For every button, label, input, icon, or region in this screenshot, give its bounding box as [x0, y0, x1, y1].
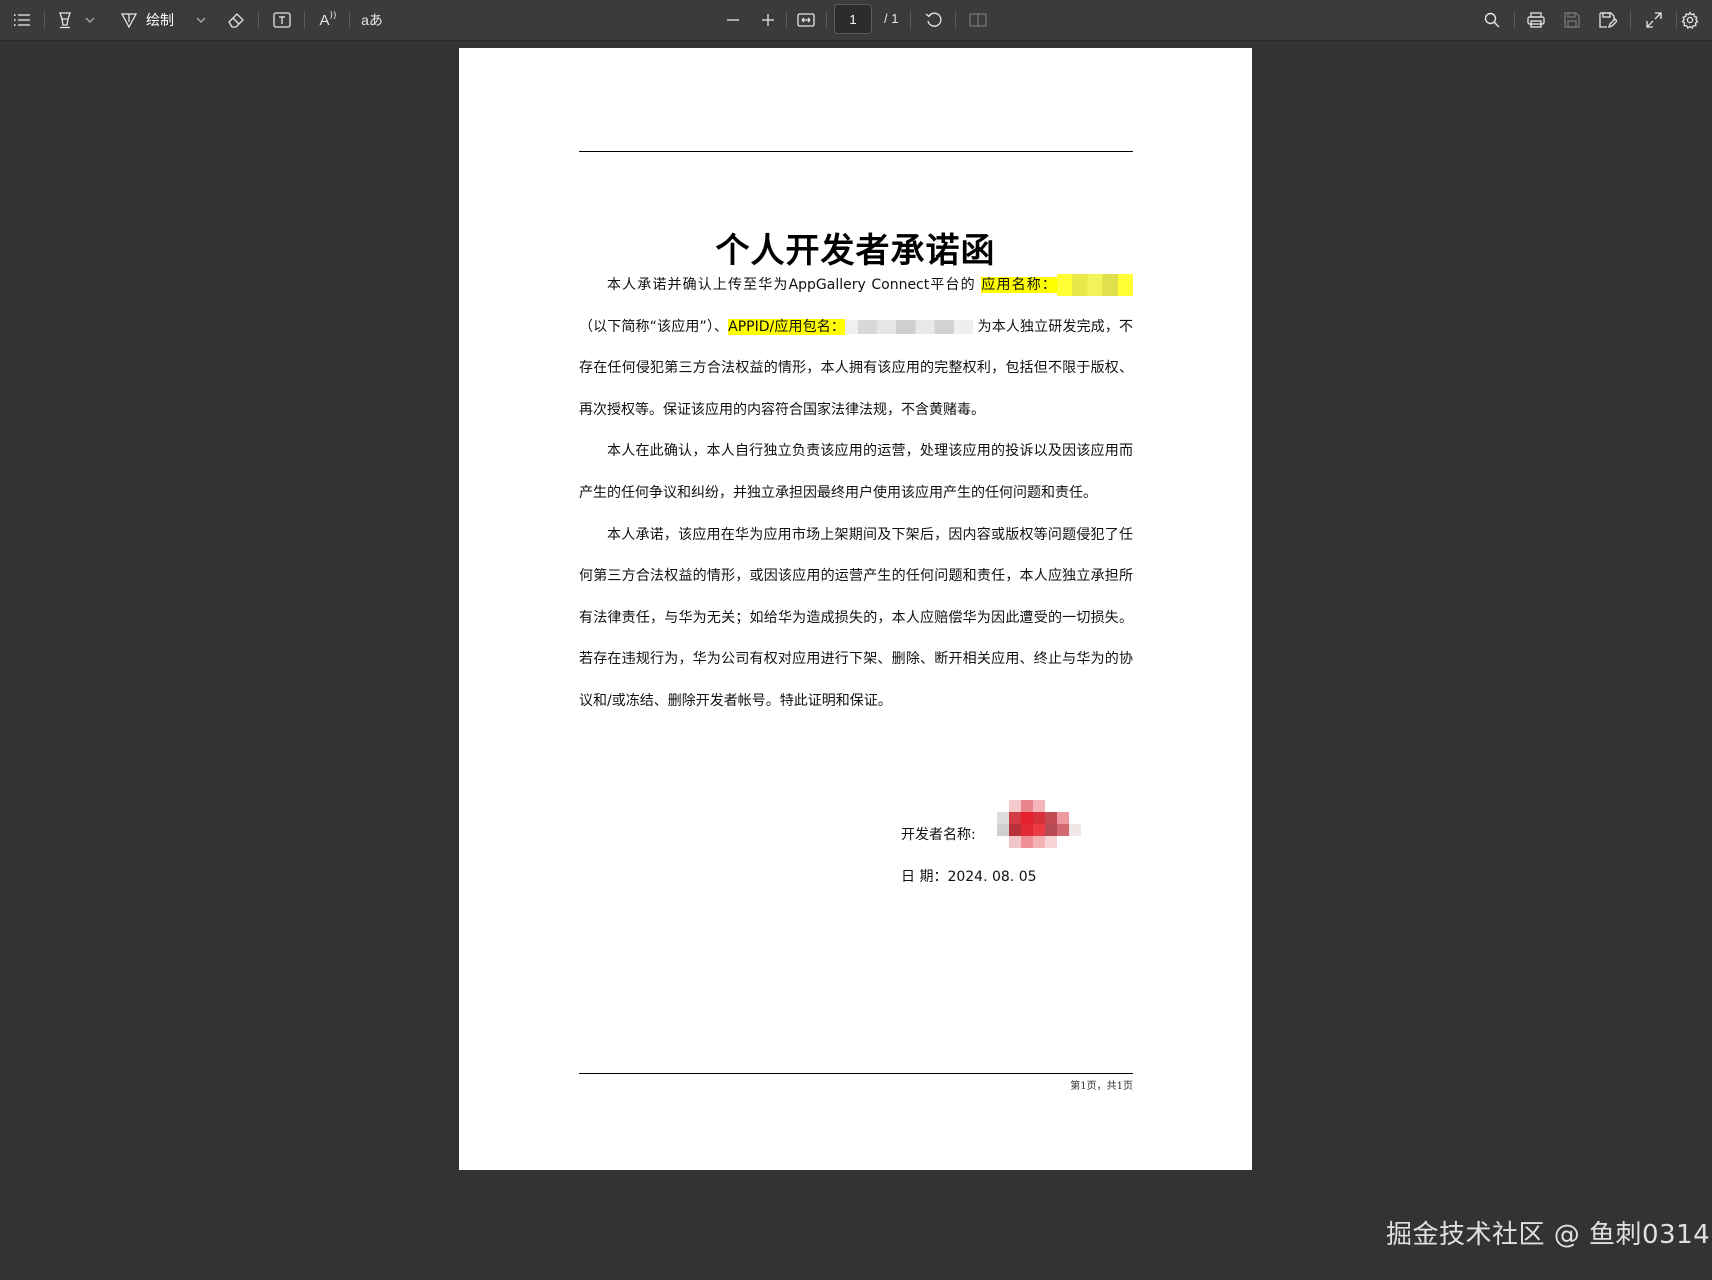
toolbar-divider [44, 11, 45, 29]
list-icon[interactable] [10, 8, 34, 32]
fit-width-icon[interactable] [794, 8, 818, 32]
paragraph-3: 本人承诺，该应用在华为应用市场上架期间及下架后，因内容或版权等问题侵犯了任何第三… [579, 526, 1133, 709]
paragraph-2: 本人在此确认，本人自行独立负责该应用的运营，处理该应用的投诉以及因该应用而产生的… [579, 443, 1133, 501]
redacted-appid [845, 319, 974, 334]
date-line: 日 期：2024. 08. 05 [901, 869, 1037, 885]
page-total: / 1 [884, 11, 899, 26]
paragraph-1-text-b: （以下简称“该应用”）、 [579, 318, 729, 335]
header-rule [579, 151, 1133, 152]
save-icon[interactable] [1560, 8, 1584, 32]
app-name-label-highlight: 应用名称： [981, 277, 1058, 293]
print-icon[interactable] [1524, 8, 1548, 32]
toolbar-divider [349, 11, 350, 29]
translate-icon[interactable]: aあ [358, 8, 386, 32]
appid-label-highlight: APPID/应用包名： [728, 318, 846, 335]
chevron-down-icon[interactable] [82, 8, 98, 32]
pen-icon [120, 13, 138, 29]
save-as-icon[interactable] [1596, 8, 1620, 32]
watermark: 掘金技术社区 @ 鱼刺0314 [1386, 1220, 1711, 1250]
zoom-in-icon[interactable] [757, 8, 779, 32]
draw-label: 绘制 [146, 12, 174, 28]
read-aloud-glyph: A [319, 11, 330, 29]
draw-button[interactable]: 绘制 [120, 8, 190, 32]
translate-glyph: aあ [361, 12, 383, 28]
redacted-seal-image [997, 800, 1081, 848]
toolbar-divider [955, 11, 956, 29]
two-page-icon[interactable] [966, 8, 990, 32]
zoom-out-icon[interactable] [722, 8, 744, 32]
fullscreen-icon[interactable] [1642, 8, 1666, 32]
footer-rule [579, 1073, 1133, 1074]
settings-icon[interactable] [1678, 8, 1702, 32]
toolbar-divider [910, 11, 911, 29]
chevron-down-icon[interactable] [193, 8, 209, 32]
page-footer: 第1页，共1页 [1070, 1081, 1133, 1092]
paragraph-1: 本人承诺并确认上传至华为AppGallery Connect平台的 应用名称： … [579, 265, 1134, 431]
developer-signature-row: 开发者名称: [901, 800, 1201, 864]
toolbar-divider [786, 11, 787, 29]
toolbar-divider [258, 11, 259, 29]
eraser-icon[interactable] [224, 8, 248, 32]
toolbar-divider [304, 11, 305, 29]
toolbar-divider [1630, 11, 1631, 29]
toolbar-divider [826, 11, 827, 29]
page-number-input[interactable] [834, 4, 872, 34]
pdf-toolbar: 绘制 A)) aあ / 1 [0, 0, 1712, 41]
developer-name-label: 开发者名称: [901, 827, 976, 843]
paragraph-1-text-a: 本人承诺并确认上传至华为AppGallery Connect平台的 [607, 277, 982, 293]
document-body: 本人承诺并确认上传至华为AppGallery Connect平台的 应用名称： … [579, 265, 1134, 723]
search-icon[interactable] [1480, 8, 1504, 32]
toolbar-divider [1514, 11, 1515, 29]
textbox-icon[interactable] [270, 8, 294, 32]
rotate-icon[interactable] [922, 8, 946, 32]
read-aloud-icon[interactable]: A)) [316, 8, 340, 32]
pdf-page: 个人开发者承诺函 本人承诺并确认上传至华为AppGallery Connect平… [459, 48, 1252, 1170]
toolbar-divider [1676, 11, 1677, 29]
highlighter-icon[interactable] [54, 8, 76, 32]
redacted-app-name [1057, 274, 1134, 296]
